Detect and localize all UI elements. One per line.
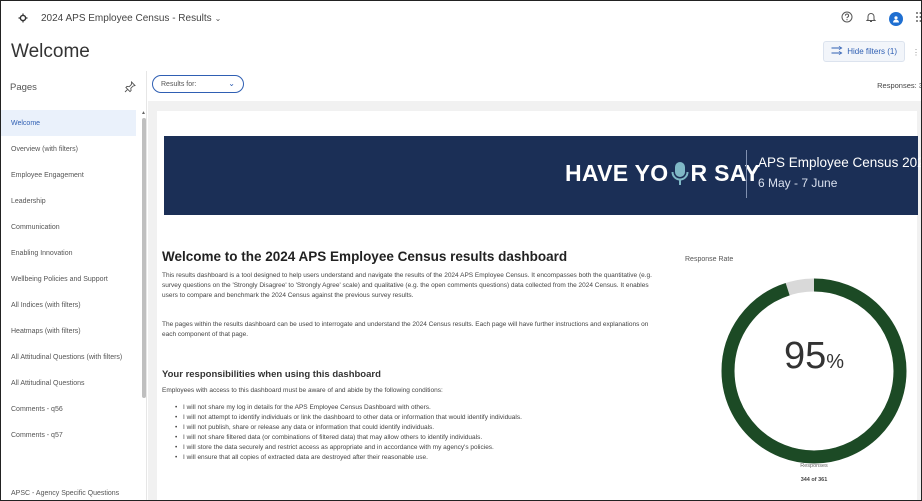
intro-paragraph: This results dashboard is a tool designe… — [162, 272, 652, 299]
scroll-up-icon[interactable]: ▲ — [141, 110, 146, 116]
title-row: Welcome Hide filters (1) ⋮ — [1, 35, 921, 71]
sidebar-item-leadership[interactable]: Leadership — [1, 188, 141, 214]
results-for-label: Results for: — [161, 80, 197, 88]
census-banner: HAVE YO R SAY APS Employee Census 2024 6… — [164, 136, 921, 215]
avatar[interactable] — [889, 12, 903, 26]
list-item: I will not publish, share or release any… — [175, 423, 522, 433]
microphone-icon — [670, 161, 690, 187]
pages-paragraph: The pages within the results dashboard c… — [162, 321, 649, 338]
list-item: I will not share filtered data (or combi… — [175, 433, 522, 443]
welcome-card: HAVE YO R SAY APS Employee Census 2024 6… — [157, 111, 921, 500]
list-item: I will store the data securely and restr… — [175, 443, 522, 453]
welcome-heading: Welcome to the 2024 APS Employee Census … — [162, 249, 568, 264]
sidebar-item-communication[interactable]: Communication — [1, 214, 141, 240]
report-canvas: HAVE YO R SAY APS Employee Census 2024 6… — [148, 101, 921, 500]
chevron-down-icon: ⌄ — [214, 13, 222, 23]
list-item: I will ensure that all copies of extract… — [175, 453, 522, 463]
conditions-list: I will not share my log in details for t… — [175, 403, 522, 463]
banner-divider — [746, 150, 747, 198]
app-icon[interactable] — [15, 10, 31, 26]
report-title: 2024 APS Employee Census - Results — [41, 12, 212, 24]
pin-icon[interactable] — [124, 80, 138, 94]
pages-sidebar: Pages Welcome Overview (with filters) Em… — [1, 71, 147, 500]
more-options-icon[interactable]: ⋮ — [912, 48, 920, 57]
app-window: 2024 APS Employee Census - Results ⌄ Wel… — [0, 0, 922, 501]
have-your-say-logo: HAVE YO R SAY — [565, 160, 761, 187]
scrollbar-thumb[interactable] — [142, 118, 146, 398]
grid-icon[interactable] — [915, 10, 921, 28]
results-for-dropdown[interactable]: Results for: ⌄ — [152, 75, 244, 93]
top-bar: 2024 APS Employee Census - Results ⌄ — [1, 1, 921, 35]
list-item: I will not attempt to identify individua… — [175, 413, 522, 423]
top-right-tools — [841, 10, 921, 28]
help-icon[interactable] — [841, 10, 853, 28]
sidebar-item-comments-q56[interactable]: Comments - q56 — [1, 396, 141, 422]
responses-of-total: 344 of 361 — [800, 477, 828, 483]
list-item: I will not share my log in details for t… — [175, 403, 522, 413]
sidebar-item-heatmaps[interactable]: Heatmaps (with filters) — [1, 318, 141, 344]
sidebar-item-agency-specific[interactable]: APSC - Agency Specific Questions — [1, 480, 141, 500]
sidebar-scrollbar[interactable]: ▲ — [141, 110, 147, 500]
sidebar-item-attitudinal[interactable]: All Attitudinal Questions — [1, 370, 141, 396]
percent-unit: % — [826, 351, 845, 373]
census-date: 6 May - 7 June — [758, 176, 838, 190]
pages-label: Pages — [10, 81, 37, 93]
response-rate-value: 95% — [783, 335, 845, 377]
sidebar-item-welcome[interactable]: Welcome — [1, 110, 136, 136]
bell-icon[interactable] — [865, 10, 877, 28]
response-rate-label: Response Rate — [685, 256, 734, 263]
filter-bar: Results for: ⌄ Responses: 3 — [148, 71, 922, 101]
sidebar-item-comments-q57[interactable]: Comments - q57 — [1, 422, 141, 448]
sidebar-item-attitudinal-filters[interactable]: All Attitudinal Questions (with filters) — [1, 344, 141, 370]
sidebar-item-wellbeing[interactable]: Wellbeing Policies and Support — [1, 266, 141, 292]
sidebar-item-all-indices[interactable]: All Indices (with filters) — [1, 292, 141, 318]
sidebar-item-enabling-innovation[interactable]: Enabling Innovation — [1, 240, 141, 266]
hide-filters-button[interactable]: Hide filters (1) — [823, 41, 905, 62]
hide-filters-label: Hide filters (1) — [847, 47, 897, 56]
page-title: Welcome — [11, 41, 90, 62]
report-title-dropdown[interactable]: 2024 APS Employee Census - Results ⌄ — [41, 13, 221, 24]
filter-icon — [831, 46, 843, 57]
responses-count: Responses: 3 — [877, 81, 922, 90]
sidebar-item-employee-engagement[interactable]: Employee Engagement — [1, 162, 141, 188]
responsibilities-intro: Employees with access to this dashboard … — [162, 387, 443, 394]
page-list: Welcome Overview (with filters) Employee… — [1, 110, 141, 497]
responsibilities-heading: Your responsibilities when using this da… — [162, 369, 381, 380]
census-title: APS Employee Census 2024 — [758, 155, 922, 170]
chevron-down-icon: ⌄ — [228, 79, 235, 88]
donut-caption: Responses — [800, 463, 828, 469]
pages-header: Pages — [1, 71, 146, 103]
sidebar-item-overview[interactable]: Overview (with filters) — [1, 136, 141, 162]
